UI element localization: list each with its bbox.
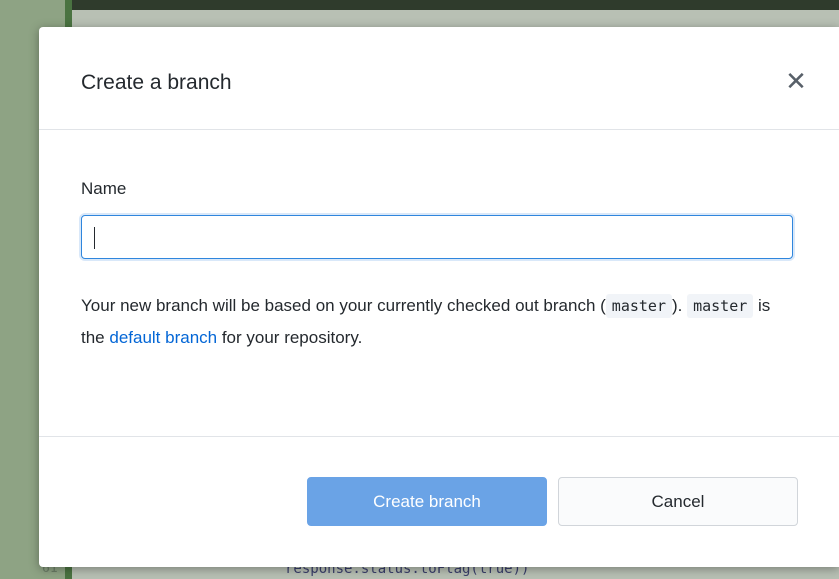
name-label: Name bbox=[81, 179, 127, 198]
default-branch-link[interactable]: default branch bbox=[109, 328, 217, 347]
dialog-title: Create a branch bbox=[81, 71, 232, 94]
text-caret bbox=[94, 227, 95, 249]
branch-name-input[interactable] bbox=[81, 215, 793, 259]
dialog-header: Create a branch ✕ bbox=[39, 27, 839, 130]
branch-description: Your new branch will be based on your cu… bbox=[81, 290, 781, 353]
background-topbar bbox=[72, 0, 839, 10]
close-icon[interactable]: ✕ bbox=[782, 66, 810, 96]
description-text-1: Your new branch will be based on your cu… bbox=[81, 296, 606, 315]
create-branch-dialog: Create a branch ✕ Name Your new branch w… bbox=[39, 27, 839, 567]
dialog-body: Name Your new branch will be based on yo… bbox=[39, 130, 839, 436]
dialog-footer: Create branch Cancel bbox=[39, 436, 839, 568]
default-branch-code: master bbox=[687, 294, 754, 318]
cancel-button[interactable]: Cancel bbox=[558, 477, 798, 526]
description-text-4: for your repository. bbox=[217, 328, 363, 347]
description-text-2: ). bbox=[671, 296, 688, 315]
create-branch-button[interactable]: Create branch bbox=[307, 477, 547, 526]
current-branch-code: master bbox=[605, 294, 672, 318]
